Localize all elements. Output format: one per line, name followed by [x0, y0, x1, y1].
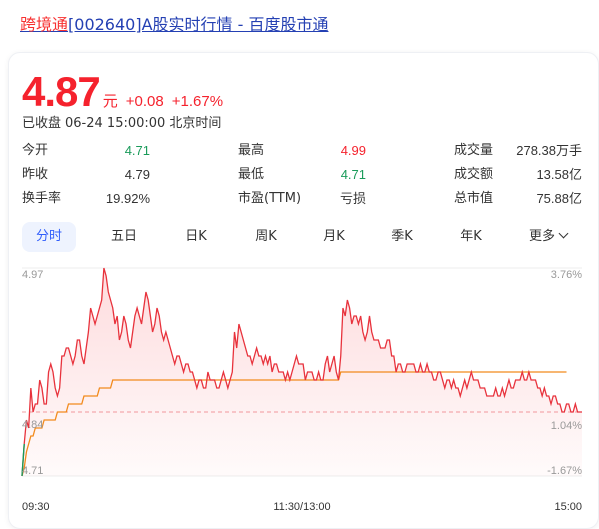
stat-high: 最高 4.99: [238, 142, 366, 160]
tab-daily-k[interactable]: 日K: [172, 222, 220, 252]
stat-turnover-amount: 成交额 13.58亿: [454, 166, 582, 184]
stat-label: 今开: [22, 143, 49, 158]
tab-five-day[interactable]: 五日: [100, 222, 148, 252]
y-axis-left-tick: 4.97: [22, 269, 43, 281]
status-text: 已收盘: [22, 116, 62, 131]
stat-label: 最低: [238, 167, 265, 182]
title-rest[interactable]: [002640]A股实时行情 - 百度股市通: [68, 15, 328, 34]
stat-label: 成交额: [454, 167, 494, 182]
stat-value: 亏损: [339, 191, 366, 206]
y-axis-left-tick: 4.71: [22, 465, 43, 477]
price-row: 4.87 元 +0.08 +1.67%: [22, 68, 224, 115]
y-axis-right-tick: -1.67%: [547, 465, 582, 477]
y-axis-right-tick: 1.04%: [551, 420, 582, 432]
stat-market-cap: 总市值 75.88亿: [454, 190, 582, 208]
market-status: 已收盘 06-24 15:00:00 北京时间: [22, 112, 225, 131]
stat-label: 换手率: [22, 191, 62, 206]
stat-value: 4.71: [124, 143, 150, 158]
y-axis-left-tick: 4.84: [22, 419, 43, 431]
x-axis-tick: 11:30/13:00: [273, 501, 330, 513]
stat-turnover-rate: 换手率 19.92%: [22, 190, 150, 208]
stat-value: 278.38万手: [516, 143, 582, 158]
status-timezone: 北京时间: [169, 116, 222, 131]
stat-label: 昨收: [22, 167, 49, 182]
x-axis-tick: 09:30: [22, 501, 50, 513]
chevron-down-icon[interactable]: [558, 228, 569, 239]
status-datetime: 06-24 15:00:00: [65, 116, 166, 131]
price-unit: 元: [102, 92, 118, 110]
stat-label: 最高: [238, 143, 265, 158]
x-axis-tick: 15:00: [554, 501, 582, 513]
tab-more-label[interactable]: 更多: [529, 229, 555, 244]
tab-intraday[interactable]: 分时: [22, 222, 76, 252]
stat-volume: 成交量 278.38万手: [454, 142, 582, 160]
stat-open: 今开 4.71: [22, 142, 150, 160]
tab-monthly-k[interactable]: 月K: [310, 222, 358, 252]
tab-more[interactable]: 更多: [522, 222, 574, 252]
current-price: 4.87: [22, 68, 101, 115]
stat-value: 4.79: [124, 167, 150, 182]
tab-weekly-k[interactable]: 周K: [242, 222, 290, 252]
tab-quarterly-k[interactable]: 季K: [378, 222, 426, 252]
stat-low: 最低 4.71: [238, 166, 366, 184]
page-title-link[interactable]: 跨境通[002640]A股实时行情 - 百度股市通: [20, 14, 328, 36]
intraday-chart: 4.97 4.84 4.71 3.76% 1.04% -1.67% 09:30 11:30/1…: [21, 267, 582, 513]
stat-label: 市盈(TTM): [238, 191, 302, 206]
stat-label: 成交量: [454, 143, 494, 158]
title-highlight[interactable]: 跨境通: [20, 15, 68, 34]
stat-value: 13.58亿: [536, 167, 582, 182]
chart-period-tabs: 分时 五日 日K 周K 月K 季K 年K 更多: [22, 222, 582, 252]
price-change-percent: +1.67%: [171, 93, 224, 110]
stat-pe-ttm: 市盈(TTM) 亏损: [238, 190, 366, 208]
stat-prev-close: 昨收 4.79: [22, 166, 150, 184]
stat-value: 4.99: [340, 143, 366, 158]
price-change: +0.08: [125, 93, 164, 110]
y-axis-right-tick: 3.76%: [551, 269, 582, 281]
stat-value: 75.88亿: [536, 191, 582, 206]
stat-label: 总市值: [454, 191, 494, 206]
stat-value: 4.71: [340, 167, 366, 182]
stat-value: 19.92%: [105, 191, 150, 206]
tab-yearly-k[interactable]: 年K: [447, 222, 495, 252]
